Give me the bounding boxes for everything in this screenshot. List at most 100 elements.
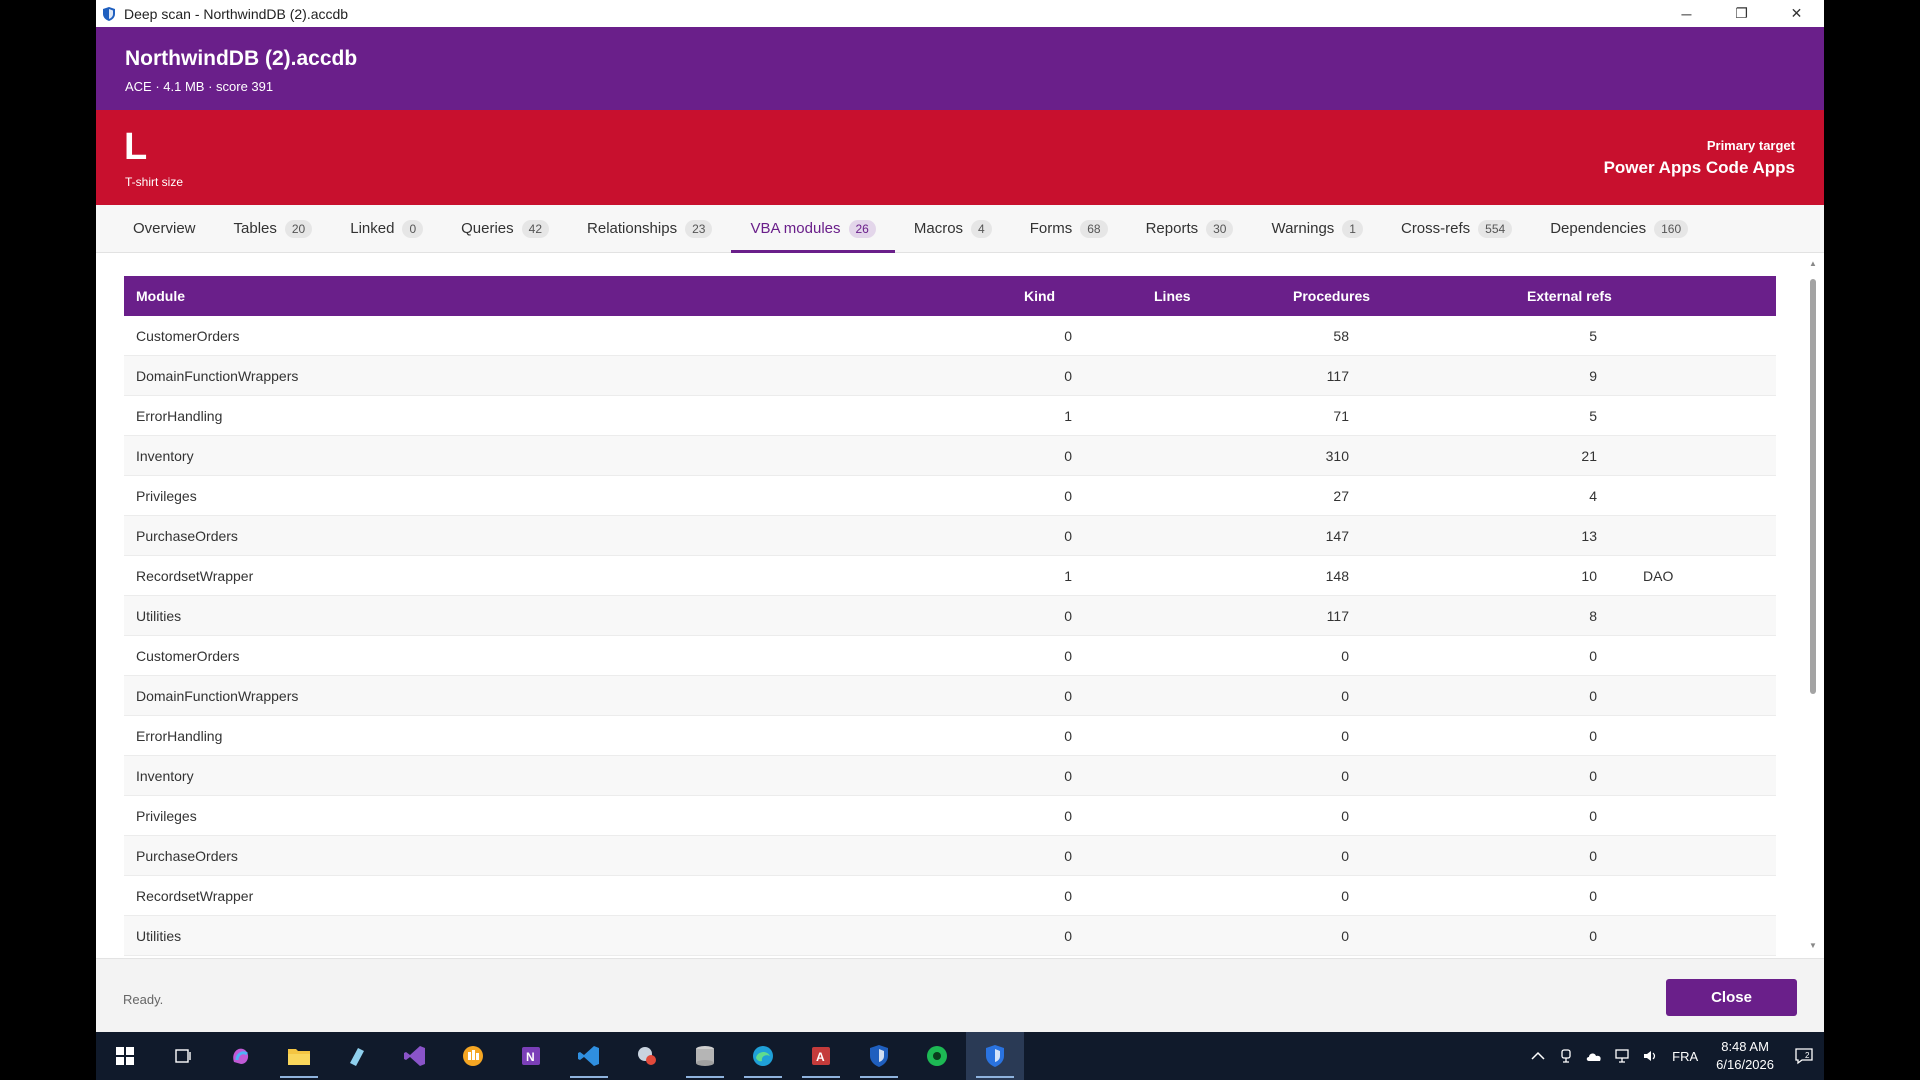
footer: Ready. Close xyxy=(96,958,1824,1032)
tab-overview[interactable]: Overview xyxy=(114,205,215,252)
start-icon[interactable] xyxy=(96,1032,154,1080)
status-text: Ready. xyxy=(123,992,164,1007)
table-row[interactable]: DomainFunctionWrappers 0 117 9 xyxy=(124,356,1776,396)
tray-meet-icon[interactable] xyxy=(1552,1032,1580,1080)
cell-lines: 58 xyxy=(1333,327,1349,344)
cell-module: ErrorHandling xyxy=(136,407,223,424)
svg-text:A: A xyxy=(816,1050,825,1064)
minimize-button[interactable]: ─ xyxy=(1659,0,1714,27)
notepad-icon[interactable] xyxy=(328,1032,386,1080)
deep-scan-app-icon[interactable] xyxy=(850,1032,908,1080)
cell-procedures: 10 xyxy=(1581,567,1597,584)
clock[interactable]: 8:48 AM 6/16/2026 xyxy=(1706,1038,1784,1074)
table-row[interactable]: PurchaseOrders 0 0 0 xyxy=(124,836,1776,876)
cell-lines: 0 xyxy=(1341,727,1349,744)
table-row[interactable]: Inventory 0 310 21 xyxy=(124,436,1776,476)
close-window-button[interactable]: ✕ xyxy=(1769,0,1824,27)
restore-button[interactable]: ❐ xyxy=(1714,0,1769,27)
close-button[interactable]: Close xyxy=(1666,979,1797,1016)
table-row[interactable]: Privileges 0 0 0 xyxy=(124,796,1776,836)
tab-relationships[interactable]: Relationships 23 xyxy=(568,205,731,252)
access-icon[interactable]: A xyxy=(792,1032,850,1080)
cell-kind: 0 xyxy=(1064,847,1072,864)
tab-count-badge: 23 xyxy=(685,219,713,238)
screen: Deep scan - NorthwindDB (2).accdb ─ ❐ ✕ … xyxy=(0,0,1920,1080)
tray-chevron-up-icon[interactable] xyxy=(1524,1032,1552,1080)
app-orange-icon[interactable] xyxy=(444,1032,502,1080)
cell-module: ErrorHandling xyxy=(136,727,223,744)
cell-module: Utilities xyxy=(136,927,182,944)
cell-procedures: 21 xyxy=(1581,447,1597,464)
table-row[interactable]: ErrorHandling 0 0 0 xyxy=(124,716,1776,756)
cell-procedures: 0 xyxy=(1589,767,1597,784)
copilot-icon[interactable] xyxy=(212,1032,270,1080)
tab-macros[interactable]: Macros 4 xyxy=(895,205,1011,252)
file-explorer-icon[interactable] xyxy=(270,1032,328,1080)
tab-linked[interactable]: Linked 0 xyxy=(331,205,442,252)
table-row[interactable]: Utilities 0 0 0 xyxy=(124,916,1776,956)
table-row[interactable]: CustomerOrders 0 58 5 xyxy=(124,316,1776,356)
deep-scan-window: Deep scan - NorthwindDB (2).accdb ─ ❐ ✕ … xyxy=(96,0,1824,1032)
visual-studio-icon[interactable] xyxy=(386,1032,444,1080)
scroll-thumb[interactable] xyxy=(1810,279,1816,694)
tab-forms[interactable]: Forms 68 xyxy=(1011,205,1127,252)
tab-vba-modules[interactable]: VBA modules 26 xyxy=(731,205,896,253)
cell-module: RecordsetWrapper xyxy=(136,567,254,584)
table-row[interactable]: CustomerOrders 0 0 0 xyxy=(124,636,1776,676)
table-row[interactable]: ErrorHandling 1 71 5 xyxy=(124,396,1776,436)
cell-procedures: 0 xyxy=(1589,687,1597,704)
title-bar[interactable]: Deep scan - NorthwindDB (2).accdb ─ ❐ ✕ xyxy=(96,0,1824,27)
tab-label: Reports xyxy=(1145,220,1199,237)
file-meta: ACE · 4.1 MB · score 391 xyxy=(125,79,274,94)
tab-tables[interactable]: Tables 20 xyxy=(215,205,332,252)
table-row[interactable]: Privileges 0 27 4 xyxy=(124,476,1776,516)
tab-count-badge: 0 xyxy=(402,219,424,238)
column-header-kind[interactable]: Kind xyxy=(1024,288,1154,304)
table-row[interactable]: Utilities 0 117 8 xyxy=(124,596,1776,636)
column-header-external-refs[interactable]: External refs xyxy=(1527,288,1776,304)
tray-volume-icon[interactable] xyxy=(1636,1032,1664,1080)
tab-label: Warnings xyxy=(1271,220,1335,237)
tab-count-badge: 160 xyxy=(1654,219,1689,238)
tab-reports[interactable]: Reports 30 xyxy=(1127,205,1253,252)
tab-label: Cross-refs xyxy=(1400,220,1471,237)
app-green-icon[interactable] xyxy=(908,1032,966,1080)
vertical-scrollbar[interactable]: ▲ ▼ xyxy=(1808,259,1818,951)
table-row[interactable]: RecordsetWrapper 0 0 0 xyxy=(124,876,1776,916)
scroll-down-arrow-icon[interactable]: ▼ xyxy=(1808,941,1818,951)
column-header-module[interactable]: Module xyxy=(124,288,1024,304)
edge-icon[interactable] xyxy=(734,1032,792,1080)
cell-kind: 0 xyxy=(1064,527,1072,544)
tray-network-icon[interactable] xyxy=(1608,1032,1636,1080)
task-view-icon[interactable] xyxy=(154,1032,212,1080)
app-gear-icon[interactable] xyxy=(618,1032,676,1080)
cell-lines: 0 xyxy=(1341,847,1349,864)
table-row[interactable]: DomainFunctionWrappers 0 0 0 xyxy=(124,676,1776,716)
tab-queries[interactable]: Queries 42 xyxy=(442,205,568,252)
deep-scan-active-icon[interactable] xyxy=(966,1032,1024,1080)
tab-dependencies[interactable]: Dependencies 160 xyxy=(1531,205,1707,252)
cell-kind: 1 xyxy=(1064,567,1072,584)
tab-warnings[interactable]: Warnings 1 xyxy=(1252,205,1382,252)
cell-module: Utilities xyxy=(136,607,182,624)
onenote-icon[interactable]: N xyxy=(502,1032,560,1080)
column-header-procedures[interactable]: Procedures xyxy=(1293,288,1527,304)
cell-lines: 148 xyxy=(1325,567,1349,584)
app-shield-icon xyxy=(100,5,118,23)
column-header-lines[interactable]: Lines xyxy=(1154,288,1293,304)
tray-onedrive-icon[interactable] xyxy=(1580,1032,1608,1080)
cell-procedures: 0 xyxy=(1589,927,1597,944)
database-icon[interactable] xyxy=(676,1032,734,1080)
scroll-up-arrow-icon[interactable]: ▲ xyxy=(1808,259,1818,269)
notification-center-icon[interactable]: 2 xyxy=(1784,1046,1824,1066)
table-row[interactable]: RecordsetWrapper 1 148 10 DAO xyxy=(124,556,1776,596)
tab-cross-refs[interactable]: Cross-refs 554 xyxy=(1382,205,1531,252)
cell-kind: 0 xyxy=(1064,767,1072,784)
vscode-icon[interactable] xyxy=(560,1032,618,1080)
cell-lines: 71 xyxy=(1333,407,1349,424)
table-row[interactable]: PurchaseOrders 0 147 13 xyxy=(124,516,1776,556)
cell-external-refs: DAO xyxy=(1643,567,1674,584)
input-language[interactable]: FRA xyxy=(1664,1049,1706,1064)
table-row[interactable]: Inventory 0 0 0 xyxy=(124,756,1776,796)
cell-lines: 117 xyxy=(1326,367,1349,384)
